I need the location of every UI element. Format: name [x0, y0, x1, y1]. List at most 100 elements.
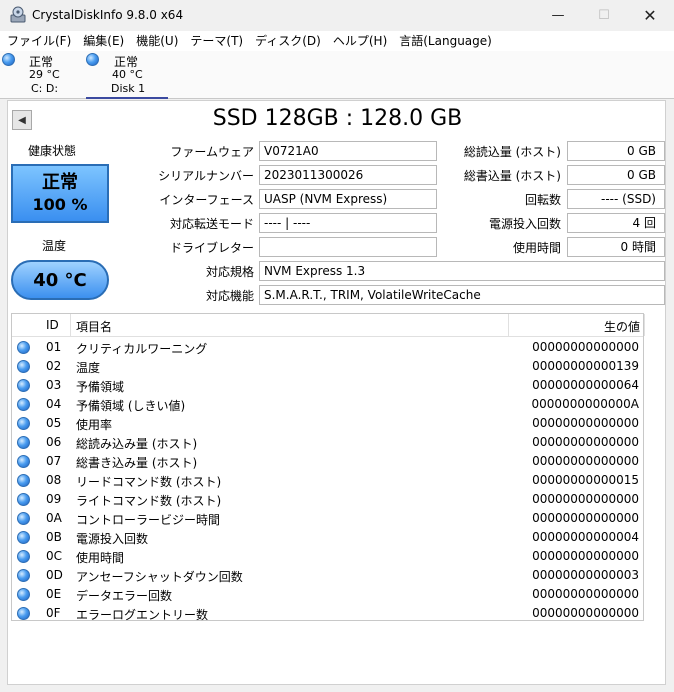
maximize-button[interactable]: ☐ — [581, 0, 627, 31]
menu-edit[interactable]: 編集(E) — [76, 31, 129, 51]
attribute-name: 総書き込み量 (ホスト) — [76, 456, 198, 470]
host-reads-value: 0 GB — [567, 141, 665, 161]
attribute-id: 01 — [46, 340, 62, 354]
status-ok-icon — [17, 455, 30, 468]
disk-tab-label: Disk 1 — [111, 82, 146, 95]
table-row[interactable]: 0F エラーログエントリー数 00000000000000 — [12, 604, 643, 623]
table-row[interactable]: 08 リードコマンド数 (ホスト) 00000000000015 — [12, 471, 643, 490]
attribute-raw-value: 00000000000064 — [532, 378, 639, 392]
interface-label: インターフェース — [159, 193, 254, 207]
menu-function[interactable]: 機能(U) — [129, 31, 183, 51]
attribute-id: 0D — [46, 568, 63, 582]
disk-tab-label: C: D: — [31, 82, 59, 95]
column-raw[interactable]: 生の値 — [604, 318, 640, 335]
menu-file[interactable]: ファイル(F) — [0, 31, 76, 51]
standard-label: 対応規格 — [205, 265, 254, 279]
column-name[interactable]: 項目名 — [76, 318, 112, 335]
attribute-name: 使用率 — [76, 418, 113, 432]
attribute-id: 0E — [46, 587, 62, 601]
attribute-name: データエラー回数 — [76, 589, 173, 603]
table-row[interactable]: 07 総書き込み量 (ホスト) 00000000000000 — [12, 452, 643, 471]
table-row[interactable]: 09 ライトコマンド数 (ホスト) 00000000000000 — [12, 490, 643, 509]
attribute-id: 0F — [46, 606, 61, 620]
table-row[interactable]: 0C 使用時間 00000000000000 — [12, 547, 643, 566]
attribute-id: 0B — [46, 530, 62, 544]
menu-disk[interactable]: ディスク(D) — [248, 31, 326, 51]
rotation-label: 回転数 — [524, 193, 561, 207]
attribute-name: クリティカルワーニング — [76, 342, 208, 356]
power-on-count-value: 4 回 — [567, 213, 665, 233]
table-row[interactable]: 03 予備領域 00000000000064 — [12, 376, 643, 395]
attribute-name: アンセーフシャットダウン回数 — [76, 570, 243, 584]
table-row[interactable]: 0A コントローラービジー時間 00000000000000 — [12, 509, 643, 528]
disk-tab-c[interactable]: 正常 29 °C C: D: — [0, 51, 82, 99]
table-row[interactable]: 06 総読み込み量 (ホスト) 00000000000000 — [12, 433, 643, 452]
title-bar: CrystalDiskInfo 9.8.0 x64 — ☐ ✕ — [0, 0, 674, 31]
status-ok-icon — [17, 512, 30, 525]
menu-language[interactable]: 言語(Language) — [392, 31, 497, 51]
attribute-id: 06 — [46, 435, 62, 449]
attribute-name: ライトコマンド数 (ホスト) — [76, 494, 222, 508]
standard-value: NVM Express 1.3 — [259, 261, 665, 281]
status-ok-icon — [17, 398, 30, 411]
table-row[interactable]: 0D アンセーフシャットダウン回数 00000000000003 — [12, 566, 643, 585]
disk-tab-temp: 40 °C — [112, 68, 143, 81]
table-row[interactable]: 01 クリティカルワーニング 00000000000000 — [12, 338, 643, 357]
attribute-raw-value: 00000000000000 — [532, 587, 639, 601]
rotation-value: ---- (SSD) — [567, 189, 665, 209]
attribute-raw-value: 00000000000000 — [532, 340, 639, 354]
table-row[interactable]: 02 温度 00000000000139 — [12, 357, 643, 376]
health-percent: 100 % — [32, 194, 88, 214]
attribute-name: 温度 — [76, 361, 101, 375]
table-row[interactable]: 05 使用率 00000000000000 — [12, 414, 643, 433]
app-icon — [10, 6, 26, 23]
attribute-raw-value: 00000000000000 — [532, 606, 639, 620]
table-row[interactable]: 0B 電源投入回数 00000000000004 — [12, 528, 643, 547]
disk-tab-bar: 正常 29 °C C: D: 正常 40 °C Disk 1 — [0, 51, 674, 99]
temperature-label: 温度 — [42, 239, 67, 253]
features-value: S.M.A.R.T., TRIM, VolatileWriteCache — [259, 285, 665, 305]
table-row[interactable]: 04 予備領域 (しきい値) 0000000000000A — [12, 395, 643, 414]
table-row[interactable]: 0E データエラー回数 00000000000000 — [12, 585, 643, 604]
attribute-raw-value: 0000000000000A — [531, 397, 639, 411]
disk-title: SSD 128GB : 128.0 GB — [212, 106, 463, 131]
power-on-hours-value: 0 時間 — [567, 237, 665, 257]
temperature-box[interactable]: 40 °C — [11, 260, 109, 300]
attribute-raw-value: 00000000000139 — [532, 359, 639, 373]
status-ok-icon — [17, 531, 30, 544]
attribute-name: 予備領域 — [76, 380, 125, 394]
attribute-id: 0A — [46, 511, 62, 525]
status-ok-icon — [17, 550, 30, 563]
attribute-raw-value: 00000000000015 — [532, 473, 639, 487]
attribute-name: 予備領域 (しきい値) — [76, 399, 186, 413]
interface-value: UASP (NVM Express) — [259, 189, 437, 209]
attribute-id: 05 — [46, 416, 62, 430]
attribute-id: 08 — [46, 473, 62, 487]
close-button[interactable]: ✕ — [627, 0, 673, 31]
menu-theme[interactable]: テーマ(T) — [183, 31, 248, 51]
disk-tab-temp: 29 °C — [29, 68, 60, 81]
attribute-name: 電源投入回数 — [76, 532, 149, 546]
menu-help[interactable]: ヘルプ(H) — [326, 31, 392, 51]
status-ok-icon — [17, 607, 30, 620]
status-ok-icon — [17, 379, 30, 392]
health-status-box[interactable]: 正常 100 % — [11, 164, 109, 223]
features-label: 対応機能 — [205, 289, 254, 303]
status-ok-icon — [17, 417, 30, 430]
serial-label: シリアルナンバー — [158, 169, 254, 183]
attribute-raw-value: 00000000000000 — [532, 454, 639, 468]
column-id[interactable]: ID — [46, 318, 59, 332]
status-ok-icon — [17, 588, 30, 601]
attribute-name: コントローラービジー時間 — [76, 513, 221, 527]
main-panel: ◀ SSD 128GB : 128.0 GB 健康状態 正常 100 % 温度 … — [7, 100, 666, 685]
minimize-button[interactable]: — — [535, 0, 581, 31]
smart-table: ID 項目名 生の値 01 クリティカルワーニング 00000000000000 02… — [11, 313, 645, 623]
attribute-id: 02 — [46, 359, 62, 373]
attribute-id: 03 — [46, 378, 62, 392]
status-ok-icon — [17, 341, 30, 354]
attribute-id: 04 — [46, 397, 62, 411]
health-label: 健康状態 — [28, 144, 77, 158]
status-ok-icon — [17, 436, 30, 449]
attribute-raw-value: 00000000000000 — [532, 416, 639, 430]
disk-tab-disk1[interactable]: 正常 40 °C Disk 1 — [86, 51, 168, 99]
